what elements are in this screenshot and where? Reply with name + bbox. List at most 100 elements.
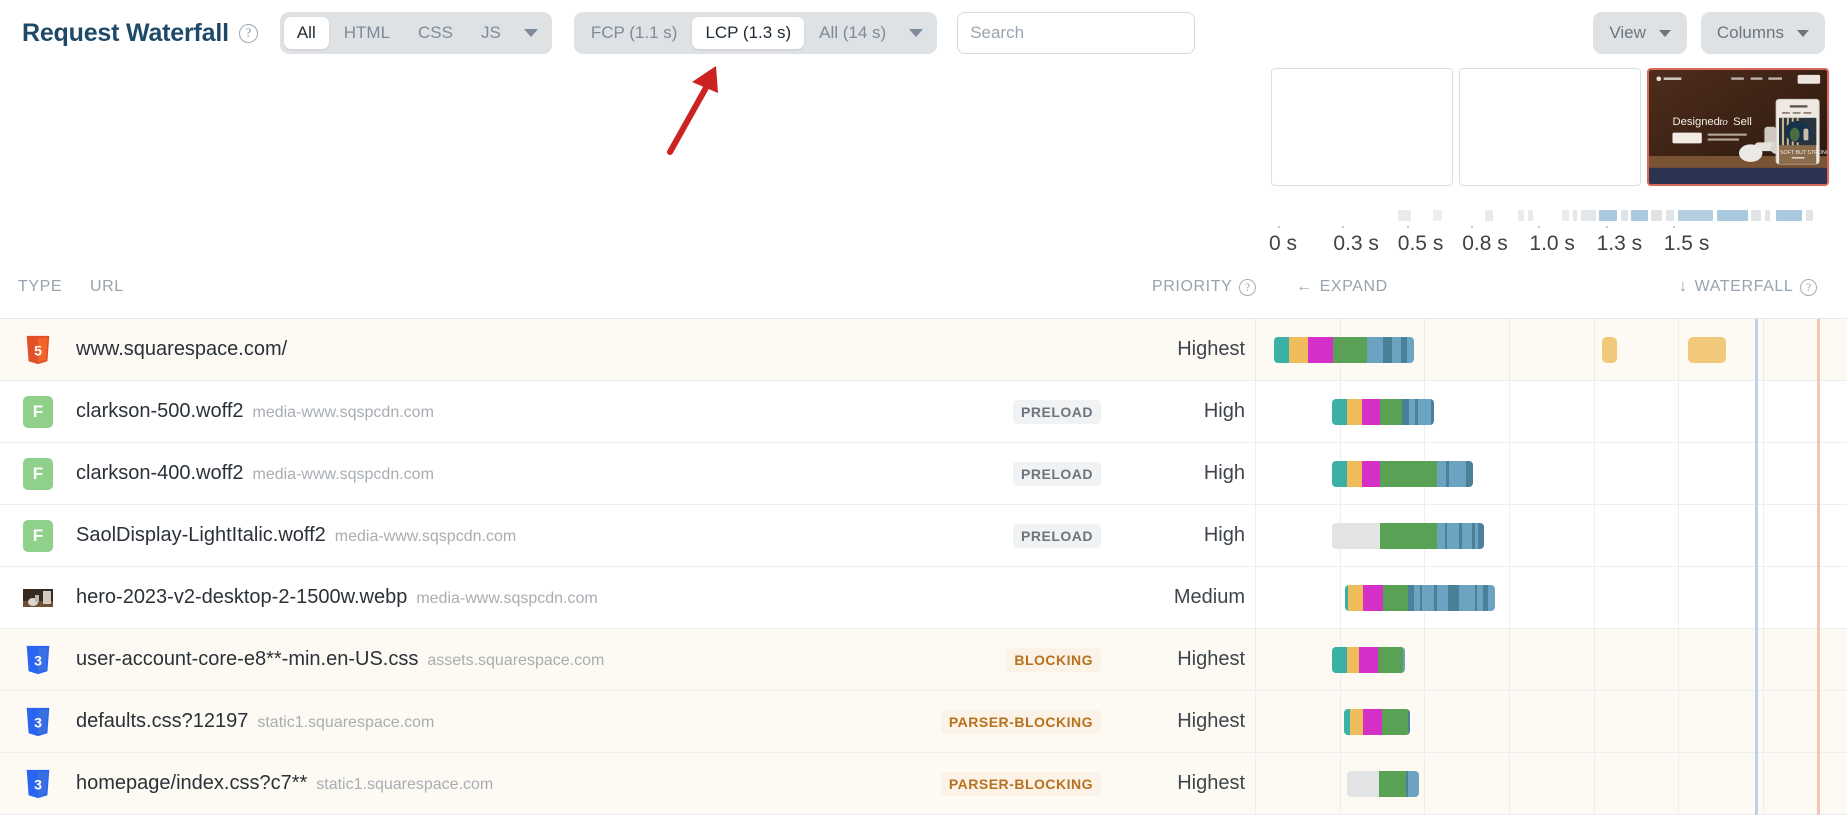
mini-waterfall-bar bbox=[1517, 210, 1525, 221]
view-button[interactable]: View bbox=[1593, 12, 1687, 54]
hero-screenshot: Designed to Sell SOFT BUT STRONG bbox=[1649, 70, 1827, 184]
row-url-cell[interactable]: clarkson-500.woff2 media-www.sqspcdn.com bbox=[76, 400, 885, 423]
waterfall-gridline bbox=[1508, 690, 1510, 753]
fcp-marker bbox=[1755, 318, 1759, 381]
row-waterfall-cell[interactable] bbox=[1255, 752, 1847, 815]
chevron-down-icon bbox=[1797, 29, 1809, 37]
row-waterfall-cell[interactable] bbox=[1255, 380, 1847, 443]
waterfall-bar[interactable] bbox=[1273, 336, 1415, 363]
row-waterfall-cell[interactable] bbox=[1255, 628, 1847, 691]
mini-waterfall-bar bbox=[1527, 210, 1533, 221]
fcp-marker bbox=[1755, 566, 1759, 629]
status-badge: PRELOAD bbox=[1013, 523, 1101, 548]
waterfall-gridline bbox=[1678, 504, 1680, 567]
table-row[interactable]: 3 user-account-core-e8**-min.en-US.css ass… bbox=[0, 628, 1847, 691]
row-host: static1.squarespace.com bbox=[316, 776, 494, 793]
filmstrip-frame-2[interactable] bbox=[1459, 68, 1641, 186]
metric-filter-all[interactable]: All (14 s) bbox=[806, 17, 899, 49]
row-waterfall-cell[interactable] bbox=[1255, 504, 1847, 567]
type-filter-js[interactable]: JS bbox=[468, 17, 514, 49]
row-filename: clarkson-500.woff2 bbox=[76, 400, 244, 422]
filmstrip-frame-3-lcp[interactable]: Designed to Sell SOFT BUT STRONG bbox=[1647, 68, 1829, 186]
table-row[interactable]: 3 homepage/index.css?c7** static1.squaresp… bbox=[0, 752, 1847, 815]
table-row[interactable]: F SaolDisplay-LightItalic.woff2 media-www.… bbox=[0, 504, 1847, 567]
row-waterfall-cell[interactable] bbox=[1255, 318, 1847, 381]
waterfall-gridline bbox=[1508, 380, 1510, 443]
column-header-priority[interactable]: PRIORITY ? bbox=[1152, 278, 1257, 296]
waterfall-bar[interactable] bbox=[1346, 770, 1419, 797]
row-priority: Highest bbox=[1177, 772, 1245, 794]
waterfall-gridline bbox=[1593, 380, 1595, 443]
filmstrip-frame-1[interactable] bbox=[1271, 68, 1453, 186]
chevron-down-icon[interactable] bbox=[523, 29, 538, 37]
table-row[interactable]: hero-2023-v2-desktop-2-1500w.webp media-w… bbox=[0, 566, 1847, 629]
table-row[interactable]: 5 www.squarespace.com/Highest bbox=[0, 318, 1847, 381]
red-arrow-annotation bbox=[667, 66, 718, 155]
column-header-expand[interactable]: ← EXPAND bbox=[1296, 278, 1388, 296]
column-header-url[interactable]: URL bbox=[90, 278, 124, 296]
column-header-waterfall[interactable]: ↓ WATERFALL ? bbox=[1679, 278, 1818, 296]
row-waterfall-cell[interactable] bbox=[1255, 566, 1847, 629]
question-circle-icon[interactable]: ? bbox=[1800, 278, 1818, 296]
waterfall-bar-secondary[interactable] bbox=[1688, 336, 1727, 363]
waterfall-gridline bbox=[1424, 318, 1426, 381]
waterfall-bar[interactable] bbox=[1344, 584, 1496, 611]
waterfall-bar-secondary[interactable] bbox=[1601, 336, 1618, 363]
chevron-down-icon[interactable] bbox=[909, 29, 924, 37]
type-filter-html[interactable]: HTML bbox=[331, 17, 403, 49]
type-filter-all[interactable]: All bbox=[283, 17, 329, 49]
mini-waterfall-bar bbox=[1717, 210, 1748, 221]
waterfall-gridline bbox=[1508, 442, 1510, 505]
css3-icon: 3 bbox=[23, 706, 53, 738]
chevron-down-icon bbox=[1658, 29, 1671, 37]
column-header-type-label: TYPE bbox=[18, 278, 63, 295]
row-filename: hero-2023-v2-desktop-2-1500w.webp bbox=[76, 586, 408, 608]
svg-text:Designed: Designed bbox=[1672, 116, 1719, 128]
search-input[interactable] bbox=[957, 12, 1196, 54]
table-row[interactable]: Fclarkson-500.woff2 media-www.sqspcdn.com… bbox=[0, 380, 1847, 443]
svg-text:to: to bbox=[1719, 116, 1728, 128]
row-url-cell[interactable]: hero-2023-v2-desktop-2-1500w.webp media-w… bbox=[76, 586, 885, 609]
mini-waterfall-bar bbox=[1765, 210, 1770, 221]
waterfall-segment bbox=[1448, 460, 1467, 487]
row-filename: www.squarespace.com/ bbox=[76, 338, 288, 360]
waterfall-gridline bbox=[1255, 690, 1256, 753]
row-badge-cell: PARSER-BLOCKING bbox=[885, 709, 1115, 734]
row-url-cell[interactable]: www.squarespace.com/ bbox=[76, 338, 885, 361]
waterfall-segment bbox=[1437, 584, 1448, 611]
row-url-cell[interactable]: user-account-core-e8**-min.en-US.css asse… bbox=[76, 648, 885, 671]
row-url-cell[interactable]: defaults.css?12197 static1.squarespace.co… bbox=[76, 710, 885, 733]
waterfall-segment bbox=[1347, 584, 1364, 611]
axis-tick bbox=[1538, 226, 1541, 228]
waterfall-gridline bbox=[1762, 442, 1764, 505]
waterfall-gridline bbox=[1424, 752, 1426, 815]
row-host: media-www.sqspcdn.com bbox=[252, 404, 434, 421]
type-filter-css[interactable]: CSS bbox=[405, 17, 466, 49]
waterfall-gridline bbox=[1762, 628, 1764, 691]
row-waterfall-cell[interactable] bbox=[1255, 442, 1847, 505]
row-url-cell[interactable]: SaolDisplay-LightItalic.woff2 media-www.s… bbox=[76, 524, 885, 547]
row-url-cell[interactable]: clarkson-400.woff2 media-www.sqspcdn.com bbox=[76, 462, 885, 485]
waterfall-gridline bbox=[1762, 690, 1764, 753]
waterfall-bar[interactable] bbox=[1331, 646, 1406, 673]
waterfall-gridline bbox=[1593, 566, 1595, 629]
waterfall-bar[interactable] bbox=[1331, 522, 1485, 549]
table-row[interactable]: 3 defaults.css?12197 static1.squarespace.c… bbox=[0, 690, 1847, 753]
waterfall-segment bbox=[1331, 398, 1347, 425]
css3-icon: 3 bbox=[23, 768, 53, 800]
question-circle-icon[interactable]: ? bbox=[1239, 278, 1257, 296]
table-row[interactable]: Fclarkson-400.woff2 media-www.sqspcdn.com… bbox=[0, 442, 1847, 505]
waterfall-bar[interactable] bbox=[1331, 398, 1435, 425]
waterfall-bar[interactable] bbox=[1343, 708, 1411, 735]
row-filename: clarkson-400.woff2 bbox=[76, 462, 244, 484]
waterfall-bar[interactable] bbox=[1331, 460, 1474, 487]
metric-filter-fcp[interactable]: FCP (1.1 s) bbox=[578, 17, 691, 49]
waterfall-gridline bbox=[1255, 442, 1256, 505]
question-circle-icon[interactable]: ? bbox=[238, 23, 258, 43]
row-url-cell[interactable]: homepage/index.css?c7** static1.squarespa… bbox=[76, 772, 885, 795]
row-waterfall-cell[interactable] bbox=[1255, 690, 1847, 753]
column-header-type[interactable]: TYPE bbox=[18, 278, 62, 296]
metric-filter-lcp[interactable]: LCP (1.3 s) bbox=[692, 17, 805, 49]
request-table: 5 www.squarespace.com/Highest Fclarkson-50… bbox=[0, 318, 1847, 815]
columns-button[interactable]: Columns bbox=[1700, 12, 1825, 54]
